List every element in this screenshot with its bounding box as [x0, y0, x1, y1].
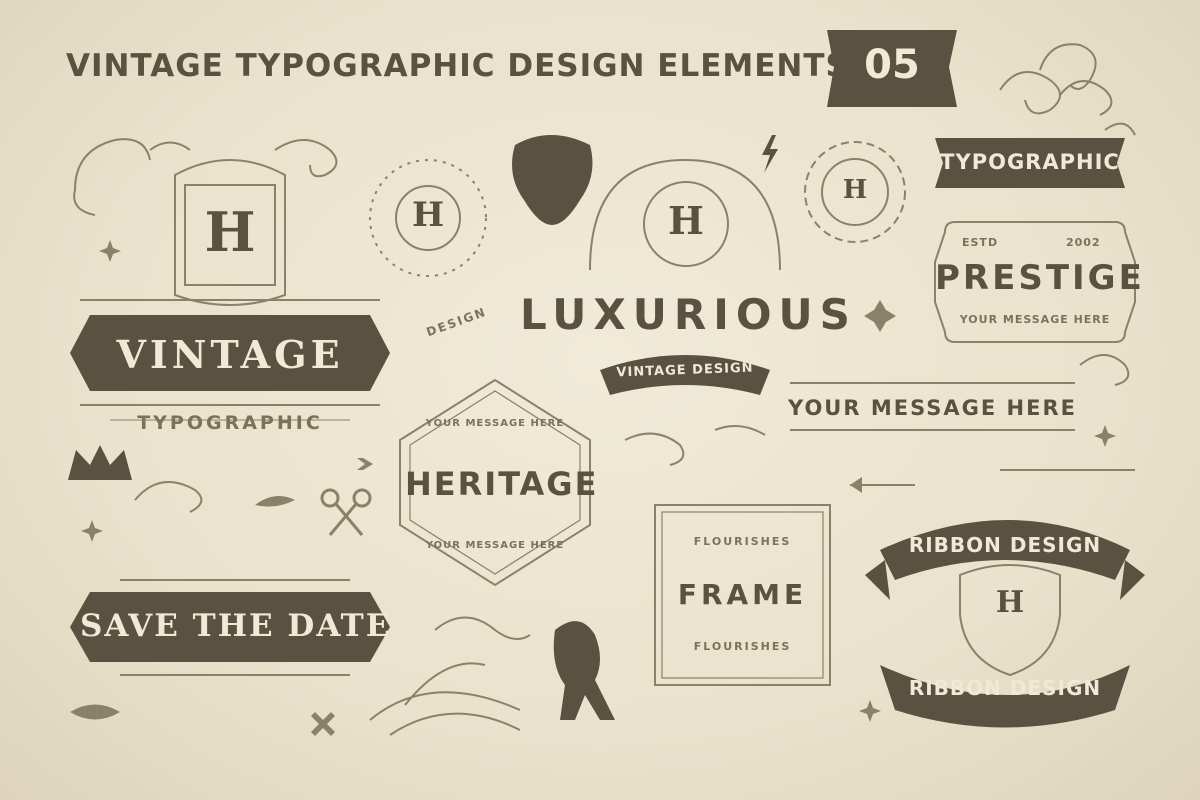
year-label: 2002: [1066, 236, 1101, 249]
leaf-flourish-icon: [255, 496, 295, 507]
arrow-icon: [320, 458, 373, 470]
sparkle-icon: [81, 520, 103, 542]
panther-head-icon: [512, 135, 593, 225]
page-title: VINTAGE TYPOGRAPHIC DESIGN ELEMENTS: [66, 48, 849, 84]
swirl-flourish-icon: [624, 432, 685, 466]
luxurious-label: LUXURIOUS: [520, 290, 857, 339]
ribbon-bottom-label: RIBBON DESIGN: [908, 676, 1102, 700]
swirl-flourish-icon: [714, 425, 766, 436]
poster-canvas: VINTAGE TYPOGRAPHIC DESIGN ELEMENTS 05 H…: [0, 0, 1200, 800]
save-the-date-label: SAVE THE DATE: [80, 608, 392, 644]
swirl-flourish-icon: [274, 139, 338, 178]
lightning-icon: [762, 135, 778, 173]
heritage-top-label: YOUR MESSAGE HERE: [425, 418, 565, 429]
crossed-keys-icon: [320, 488, 372, 536]
vintage-label: VINTAGE: [116, 332, 344, 377]
heritage-label: HERITAGE: [405, 465, 599, 503]
edition-number: 05: [864, 42, 920, 88]
flourishes-bottom-label: FLOURISHES: [693, 640, 792, 653]
lion-icon: [553, 621, 615, 720]
sparkle-icon: [99, 240, 121, 262]
swirl-flourish-icon: [1079, 354, 1130, 386]
x-ornament-icon: [311, 712, 335, 736]
typographic-banner-label: TYPOGRAPHIC: [940, 150, 1120, 174]
sparkle-icon: [1094, 425, 1116, 447]
monogram-letter: H: [668, 198, 704, 243]
crown-icon: [68, 445, 132, 480]
swirl-flourish-icon: [134, 481, 203, 513]
flourishes-top-label: FLOURISHES: [693, 535, 792, 548]
swirl-flourish-icon: [434, 616, 531, 640]
wave-flourish-icon: [369, 662, 521, 736]
corner-flourish-icon: [73, 138, 191, 216]
sparkle-icon: [859, 700, 881, 722]
shield-icon: [959, 564, 1061, 677]
monogram-letter: H: [411, 195, 445, 235]
frame-label: FRAME: [677, 578, 808, 611]
estd-label: ESTD: [962, 236, 999, 249]
prestige-label: PRESTIGE: [935, 258, 1145, 298]
typographic-small-label: TYPOGRAPHIC: [137, 412, 323, 434]
heritage-bottom-label: YOUR MESSAGE HERE: [425, 540, 565, 551]
sparkle-icon: [864, 300, 896, 332]
leaf-flourish-icon: [70, 704, 120, 720]
ribbon-top-label: RIBBON DESIGN: [908, 533, 1102, 557]
arrow-icon: [850, 477, 862, 493]
swirl-flourish-icon: [999, 43, 1097, 115]
prestige-sub-label: YOUR MESSAGE HERE: [959, 313, 1111, 326]
monogram-letter: H: [995, 585, 1025, 620]
monogram-letter: H: [204, 200, 256, 264]
your-message-label: YOUR MESSAGE HERE: [788, 396, 1077, 420]
monogram-letter: H: [842, 175, 868, 205]
swirl-flourish-icon: [1104, 122, 1136, 136]
